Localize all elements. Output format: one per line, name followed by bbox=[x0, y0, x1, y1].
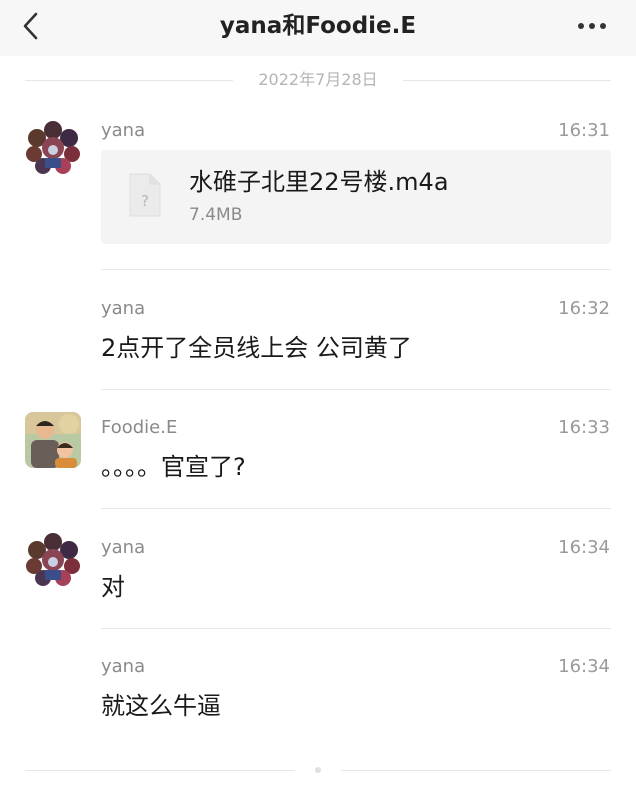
sender-name: Foodie.E bbox=[101, 417, 178, 438]
svg-text:?: ? bbox=[141, 192, 149, 210]
avatar-yana[interactable] bbox=[25, 120, 81, 176]
message-item[interactable]: yana 16:34 就这么牛逼 bbox=[0, 656, 636, 748]
unknown-file-icon: ? bbox=[128, 172, 162, 218]
sender-name: yana bbox=[101, 120, 146, 141]
message-item[interactable]: yana 16:32 2点开了全员线上会 公司黄了 bbox=[0, 298, 636, 390]
message-text: 对 bbox=[101, 573, 125, 601]
message-time: 16:34 bbox=[558, 537, 610, 558]
avatar-yana[interactable] bbox=[25, 532, 81, 588]
message-separator bbox=[101, 508, 611, 509]
sender-name: yana bbox=[101, 656, 146, 677]
chat-title: yana和Foodie.E bbox=[219, 13, 417, 39]
chat-header: yana和Foodie.E bbox=[0, 0, 636, 56]
message-item[interactable]: yana 16:31 ? 水碓子北里22号楼.m4a 7.4MB bbox=[0, 120, 636, 270]
message-separator bbox=[101, 628, 611, 629]
message-text: 。。。。官宣了? bbox=[101, 453, 246, 481]
file-name: 水碓子北里22号楼.m4a bbox=[189, 168, 449, 196]
footer-divider-dot bbox=[315, 767, 321, 773]
file-size: 7.4MB bbox=[189, 205, 243, 225]
more-horizontal-icon[interactable] bbox=[570, 8, 614, 44]
file-attachment-card[interactable]: ? 水碓子北里22号楼.m4a 7.4MB bbox=[101, 150, 611, 244]
date-divider: 2022年7月28日 bbox=[0, 64, 636, 96]
date-divider-line-right bbox=[403, 80, 611, 81]
message-time: 16:31 bbox=[558, 120, 610, 141]
message-time: 16:32 bbox=[558, 298, 610, 319]
sender-name: yana bbox=[101, 537, 146, 558]
avatar-foodie-e[interactable] bbox=[25, 412, 81, 468]
message-time: 16:33 bbox=[558, 417, 610, 438]
sender-name: yana bbox=[101, 298, 146, 319]
message-time: 16:34 bbox=[558, 656, 610, 677]
message-item[interactable]: yana 16:34 对 bbox=[0, 532, 636, 629]
message-text: 2点开了全员线上会 公司黄了 bbox=[101, 334, 412, 362]
message-separator bbox=[101, 389, 611, 390]
message-item[interactable]: Foodie.E 16:33 。。。。官宣了? bbox=[0, 412, 636, 509]
footer-divider-right bbox=[341, 770, 611, 771]
message-text: 就这么牛逼 bbox=[101, 692, 221, 720]
footer-divider-left bbox=[25, 770, 295, 771]
message-separator bbox=[101, 269, 611, 270]
